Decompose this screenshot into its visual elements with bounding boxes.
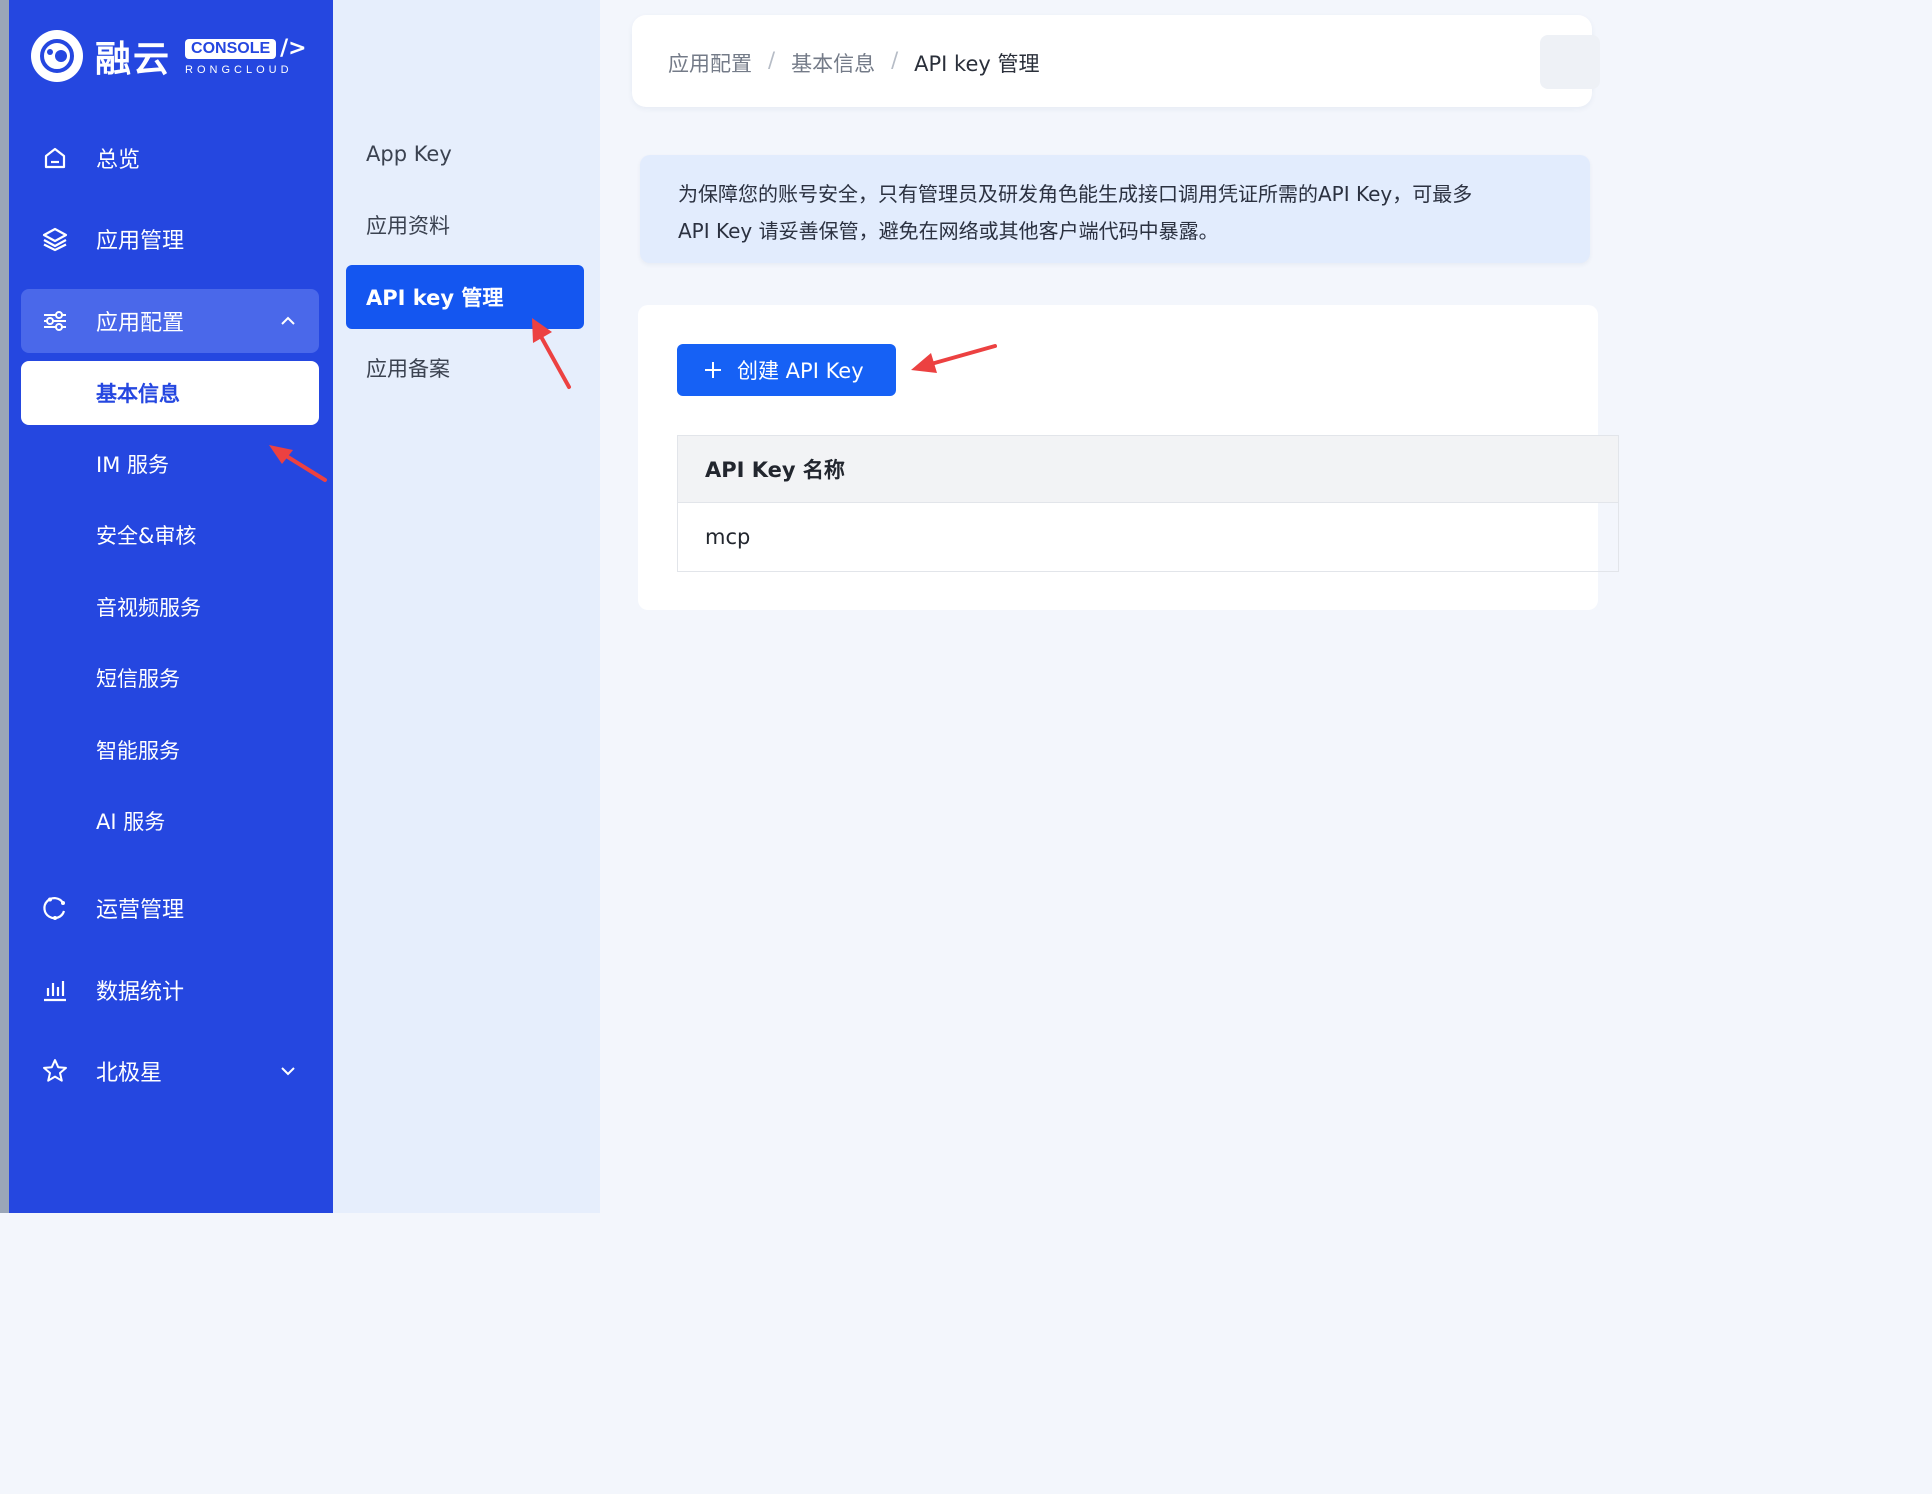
star-icon bbox=[43, 1059, 67, 1082]
secondary-nav: App Key 应用资料 API key 管理 应用备案 bbox=[333, 0, 600, 1213]
column-header-name: API Key 名称 bbox=[705, 458, 845, 482]
bar-chart-icon bbox=[44, 981, 66, 1002]
console-label: CONSOLE bbox=[185, 38, 277, 59]
rongcloud-logo-icon bbox=[31, 30, 83, 82]
layers-icon bbox=[42, 227, 68, 252]
header-action-button[interactable] bbox=[1540, 35, 1600, 89]
breadcrumb-separator: / bbox=[768, 48, 776, 72]
secondary-nav-app-key[interactable]: App Key bbox=[346, 122, 584, 186]
chevron-up-icon bbox=[281, 316, 295, 325]
sidebar-subitem-rtc-service[interactable]: 音视频服务 bbox=[21, 575, 319, 639]
brand-logo[interactable]: 融云 CONSOLE /> RONGCLOUD bbox=[31, 30, 307, 82]
sidebar-subitem-security-review[interactable]: 安全&审核 bbox=[21, 503, 319, 567]
create-api-key-button[interactable]: 创建 API Key bbox=[677, 344, 896, 396]
sidebar-subitem-label: AI 服务 bbox=[96, 810, 166, 834]
sidebar-subitem-label: IM 服务 bbox=[96, 453, 169, 477]
secondary-nav-label: 应用备案 bbox=[366, 357, 450, 381]
sidebar-item-label: 应用管理 bbox=[96, 229, 185, 254]
sidebar-subitem-label: 智能服务 bbox=[96, 739, 180, 763]
annotation-arrow-icon bbox=[269, 445, 327, 482]
sidebar-subitem-basic-info[interactable]: 基本信息 bbox=[21, 361, 319, 425]
sliders-icon bbox=[44, 311, 66, 331]
refresh-icon bbox=[43, 897, 66, 920]
security-notice: 为保障您的账号安全，只有管理员及研发角色能生成接口调用凭证所需的API Key，… bbox=[640, 155, 1590, 263]
breadcrumb-item-basic-info[interactable]: 基本信息 bbox=[791, 48, 875, 78]
sidebar-item-app-config[interactable]: 应用配置 bbox=[21, 289, 319, 353]
sidebar-item-data-stats[interactable]: 数据统计 bbox=[21, 958, 319, 1022]
sidebar: 融云 CONSOLE /> RONGCLOUD 总览 应用管理 应用配置 基本信… bbox=[9, 0, 333, 1213]
sidebar-subitem-sms-service[interactable]: 短信服务 bbox=[21, 646, 319, 710]
table-cell-name: mcp bbox=[705, 525, 751, 549]
console-sub-label: RONGCLOUD bbox=[185, 64, 293, 76]
sidebar-item-label: 北极星 bbox=[96, 1061, 163, 1086]
sidebar-subitem-label: 安全&审核 bbox=[96, 524, 197, 548]
breadcrumb: 应用配置 / 基本信息 / API key 管理 bbox=[668, 48, 1040, 78]
sidebar-subitem-ai-service[interactable]: AI 服务 bbox=[21, 789, 319, 853]
api-key-table: API Key 名称 mcp bbox=[677, 435, 1619, 572]
breadcrumb-separator: / bbox=[891, 48, 899, 72]
sidebar-subitem-smart-service[interactable]: 智能服务 bbox=[21, 718, 319, 782]
sidebar-item-overview[interactable]: 总览 bbox=[21, 126, 319, 190]
annotation-arrow-icon bbox=[532, 318, 571, 389]
annotation-arrow-icon bbox=[911, 344, 997, 373]
sidebar-subitem-label: 短信服务 bbox=[96, 667, 180, 691]
secondary-nav-app-profile[interactable]: 应用资料 bbox=[346, 193, 584, 257]
sidebar-subitem-label: 音视频服务 bbox=[96, 596, 201, 620]
secondary-nav-label: API key 管理 bbox=[366, 286, 504, 310]
console-badge: CONSOLE /> RONGCLOUD bbox=[185, 36, 307, 76]
sidebar-item-north-star[interactable]: 北极星 bbox=[21, 1039, 319, 1103]
api-key-card: 创建 API Key API Key 名称 mcp bbox=[638, 305, 1619, 610]
table-header: API Key 名称 bbox=[678, 436, 1618, 503]
code-slash-icon: /> bbox=[280, 36, 307, 61]
sidebar-item-label: 总览 bbox=[96, 148, 141, 173]
breadcrumb-item-app-config[interactable]: 应用配置 bbox=[668, 48, 752, 78]
sidebar-subitem-label: 基本信息 bbox=[96, 382, 180, 406]
sidebar-item-app-management[interactable]: 应用管理 bbox=[21, 207, 319, 271]
secondary-nav-label: App Key bbox=[366, 142, 452, 166]
chevron-down-icon bbox=[281, 1067, 295, 1076]
sidebar-item-operations[interactable]: 运营管理 bbox=[21, 876, 319, 940]
sidebar-item-label: 应用配置 bbox=[96, 311, 185, 336]
secondary-nav-label: 应用资料 bbox=[366, 214, 450, 238]
notice-line-2: API Key 请妥善保管，避免在网络或其他客户端代码中暴露。 bbox=[678, 219, 1219, 243]
table-row[interactable]: mcp bbox=[678, 503, 1618, 571]
brand-name: 融云 bbox=[95, 39, 172, 80]
notice-line-1: 为保障您的账号安全，只有管理员及研发角色能生成接口调用凭证所需的API Key，… bbox=[678, 182, 1473, 206]
breadcrumb-item-current: API key 管理 bbox=[914, 52, 1040, 76]
create-api-key-label: 创建 API Key bbox=[737, 359, 864, 383]
background-window-edge bbox=[0, 0, 9, 1213]
plus-icon bbox=[705, 362, 721, 378]
sidebar-item-label: 运营管理 bbox=[96, 898, 185, 923]
sidebar-item-label: 数据统计 bbox=[96, 980, 185, 1005]
breadcrumb-card: 应用配置 / 基本信息 / API key 管理 bbox=[632, 15, 1600, 107]
home-icon bbox=[44, 147, 66, 169]
